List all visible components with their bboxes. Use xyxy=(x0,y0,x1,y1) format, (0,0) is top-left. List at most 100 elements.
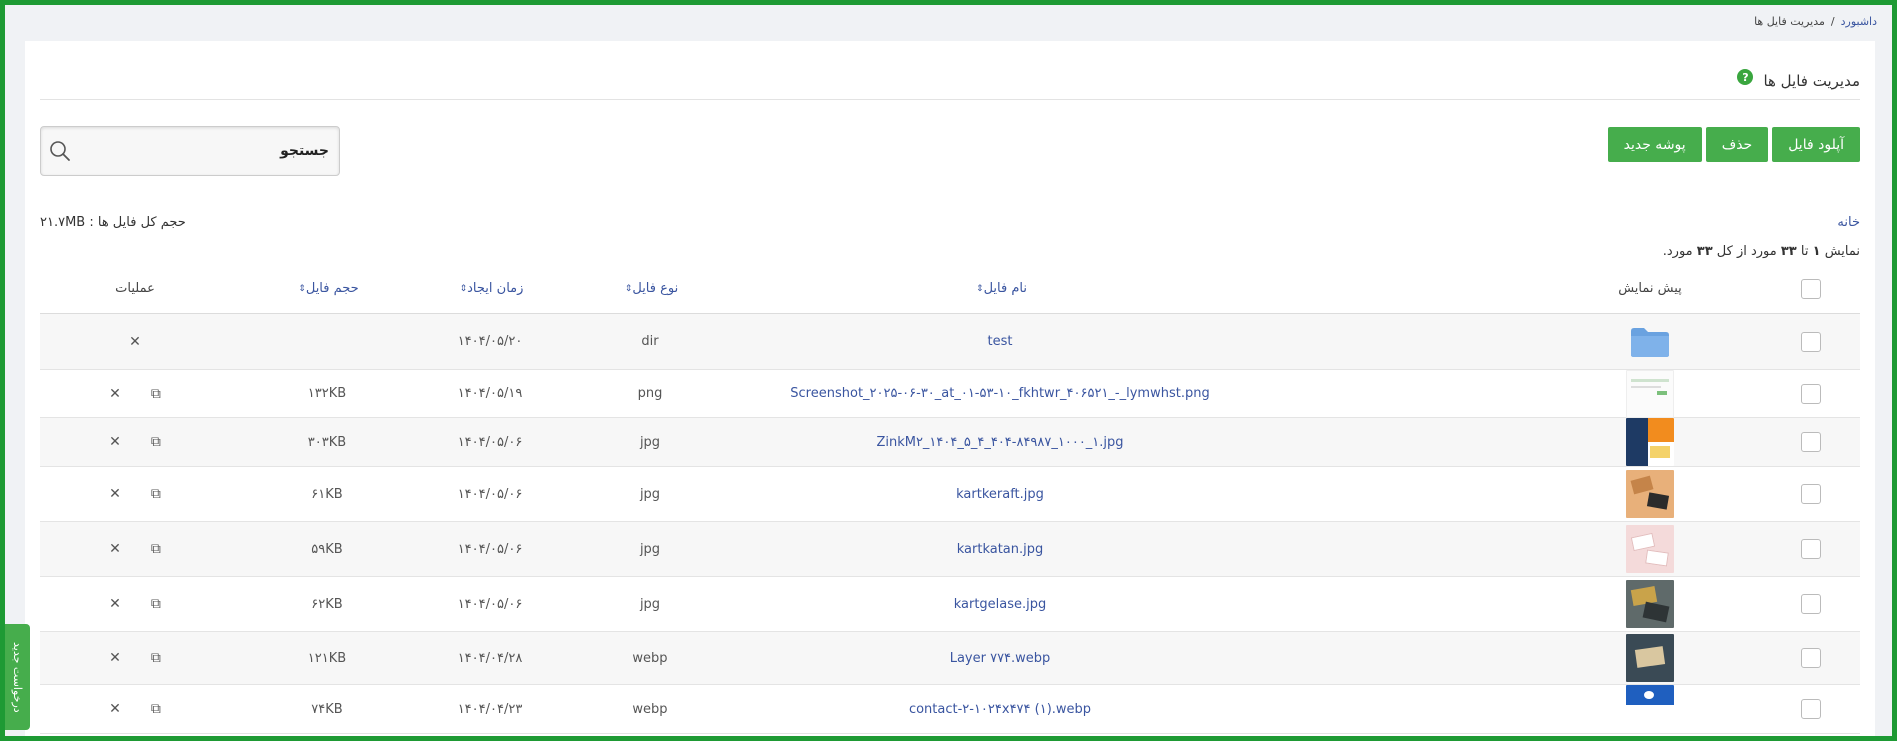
summary-to: ۳۳ xyxy=(1780,244,1797,259)
upload-file-button[interactable]: آپلود فایل xyxy=(1772,127,1860,162)
file-type: webp xyxy=(632,650,668,666)
row-checkbox[interactable] xyxy=(1801,594,1821,614)
file-type: dir xyxy=(641,334,659,349)
file-name-link[interactable]: kartkeraft.jpg xyxy=(720,467,1280,521)
file-created: ۱۴۰۴/۰۴/۲۸ xyxy=(457,650,523,666)
close-icon[interactable]: ✕ xyxy=(109,434,121,450)
preview-cell xyxy=(1600,632,1700,684)
thumbnail xyxy=(1626,525,1674,573)
file-size: ۱۲۱KB xyxy=(307,650,347,666)
new-request-tab[interactable]: درخواست جدید xyxy=(5,624,30,730)
breadcrumb-home[interactable]: داشبورد xyxy=(1841,15,1877,28)
row-checkbox[interactable] xyxy=(1801,539,1821,559)
preview-cell xyxy=(1600,685,1700,733)
header-ops: عملیات xyxy=(115,281,155,296)
row-checkbox[interactable] xyxy=(1801,699,1821,719)
row-checkbox[interactable] xyxy=(1801,383,1821,404)
copy-icon[interactable]: ⧉ xyxy=(151,596,161,612)
row-checkbox-cell xyxy=(1798,370,1824,417)
file-name-link[interactable]: kartgelase.jpg xyxy=(720,577,1280,631)
file-size: ۳۰۳KB xyxy=(307,434,347,450)
row-checkbox-cell xyxy=(1798,522,1824,576)
header-preview: پیش نمایش xyxy=(1618,281,1682,296)
search-input[interactable] xyxy=(89,139,329,163)
ops-cell: ✕ xyxy=(30,314,240,369)
file-name-link[interactable]: ZinkM۲_۱۴۰۴_۵_۴_۴۰۴-۸۴۹۸۷_۱۰۰۰_۱.jpg xyxy=(720,418,1280,466)
copy-icon[interactable]: ⧉ xyxy=(151,386,161,402)
table-row: kartgelase.jpg jpg ۱۴۰۴/۰۵/۰۶ ۶۲KB ✕ ⧉ xyxy=(40,577,1860,632)
file-name-link[interactable]: contact-۲-۱۰۲۴x۴۷۴ (۱).webp xyxy=(720,685,1280,733)
new-folder-button[interactable]: پوشه جدید xyxy=(1607,127,1702,162)
close-icon[interactable]: ✕ xyxy=(129,334,141,350)
ops-cell: ✕ ⧉ xyxy=(30,632,240,684)
copy-icon[interactable]: ⧉ xyxy=(151,650,161,666)
copy-icon[interactable]: ⧉ xyxy=(151,434,161,450)
row-checkbox-cell xyxy=(1798,467,1824,521)
header-type[interactable]: نوع فایل ⇕ xyxy=(570,264,730,313)
ops-cell: ✕ ⧉ xyxy=(30,577,240,631)
file-type: png xyxy=(637,386,663,401)
file-name-link[interactable]: Screenshot_۲۰۲۵-۰۶-۳۰_at_۰۱-۵۳-۱۰_fkhtwr… xyxy=(720,370,1280,417)
row-checkbox[interactable] xyxy=(1801,331,1821,352)
thumbnail xyxy=(1626,369,1674,418)
preview-cell xyxy=(1600,522,1700,576)
close-icon[interactable]: ✕ xyxy=(109,650,121,666)
row-checkbox[interactable] xyxy=(1801,648,1821,668)
magnifier-icon[interactable] xyxy=(49,140,71,162)
row-checkbox-cell xyxy=(1798,577,1824,631)
file-size xyxy=(247,314,407,369)
delete-button[interactable]: حذف xyxy=(1705,127,1769,162)
close-icon[interactable]: ✕ xyxy=(109,701,121,717)
preview-cell xyxy=(1600,467,1700,521)
file-name-link[interactable]: test xyxy=(720,314,1280,369)
table-row: test dir ۱۴۰۴/۰۵/۲۰ ✕ xyxy=(40,314,1860,370)
close-icon[interactable]: ✕ xyxy=(109,596,121,612)
row-checkbox[interactable] xyxy=(1801,484,1821,504)
table-row: Layer ۷۷۴.webp webp ۱۴۰۴/۰۴/۲۸ ۱۲۱KB ✕ ⧉ xyxy=(40,632,1860,685)
close-icon[interactable]: ✕ xyxy=(109,386,121,402)
summary-prefix: نمایش xyxy=(1824,244,1860,259)
table-header: پیش نمایش نام فایل ⇕ نوع فایل ⇕ زمان ایجاد… xyxy=(40,264,1860,314)
ops-cell: ✕ ⧉ xyxy=(30,467,240,521)
files-table: پیش نمایش نام فایل ⇕ نوع فایل ⇕ زمان ایجاد… xyxy=(40,264,1860,734)
table-row: Screenshot_۲۰۲۵-۰۶-۳۰_at_۰۱-۵۳-۱۰_fkhtwr… xyxy=(40,369,1860,418)
pagination-summary: نمایش ۱ تا ۳۳ مورد از کل ۳۳ مورد. xyxy=(1663,244,1860,259)
close-icon[interactable]: ✕ xyxy=(109,541,121,557)
header-name[interactable]: نام فایل ⇕ xyxy=(720,264,1280,313)
file-size: ۶۲KB xyxy=(311,596,343,612)
file-name-link[interactable]: Layer ۷۷۴.webp xyxy=(720,632,1280,684)
file-created: ۱۴۰۴/۰۴/۲۳ xyxy=(457,701,523,717)
row-checkbox-cell xyxy=(1798,418,1824,466)
copy-icon[interactable]: ⧉ xyxy=(151,486,161,502)
thumbnail xyxy=(1626,470,1674,518)
breadcrumb-current: مدیریت فایل ها xyxy=(1754,15,1825,28)
file-type: jpg xyxy=(639,596,661,612)
select-all-checkbox[interactable] xyxy=(1801,278,1821,299)
sort-arrows-icon: ⇕ xyxy=(459,283,468,294)
header-type-label: نوع فایل xyxy=(632,281,679,296)
sort-arrows-icon: ⇕ xyxy=(298,283,306,294)
ops-cell: ✕ ⧉ xyxy=(30,685,240,733)
copy-icon[interactable]: ⧉ xyxy=(151,701,161,717)
question-circle-icon[interactable]: ? xyxy=(1737,69,1754,85)
file-created: ۱۴۰۴/۰۵/۰۶ xyxy=(457,434,523,450)
file-type: jpg xyxy=(639,434,661,450)
file-type: webp xyxy=(632,701,668,717)
file-size: ۱۳۲KB xyxy=(307,386,347,401)
copy-icon[interactable]: ⧉ xyxy=(151,541,161,557)
header-created[interactable]: زمان ایجاد ⇕ xyxy=(410,264,570,313)
thumbnail xyxy=(1626,418,1674,466)
preview-cell xyxy=(1600,418,1700,466)
ops-cell: ✕ ⧉ xyxy=(30,370,240,417)
title-divider xyxy=(40,99,1860,100)
breadcrumb: داشبورد / مدیریت فایل ها xyxy=(1754,15,1877,28)
header-name-label: نام فایل xyxy=(983,281,1027,296)
close-icon[interactable]: ✕ xyxy=(109,486,121,502)
file-size: ۵۹KB xyxy=(311,541,343,557)
header-size[interactable]: حجم فایل ⇕ xyxy=(247,264,407,313)
folder-home-link[interactable]: خانه xyxy=(1837,215,1860,230)
row-checkbox[interactable] xyxy=(1801,432,1821,452)
header-size-label: حجم فایل xyxy=(305,281,359,296)
thumbnail xyxy=(1626,685,1674,733)
file-name-link[interactable]: kartkatan.jpg xyxy=(720,522,1280,576)
